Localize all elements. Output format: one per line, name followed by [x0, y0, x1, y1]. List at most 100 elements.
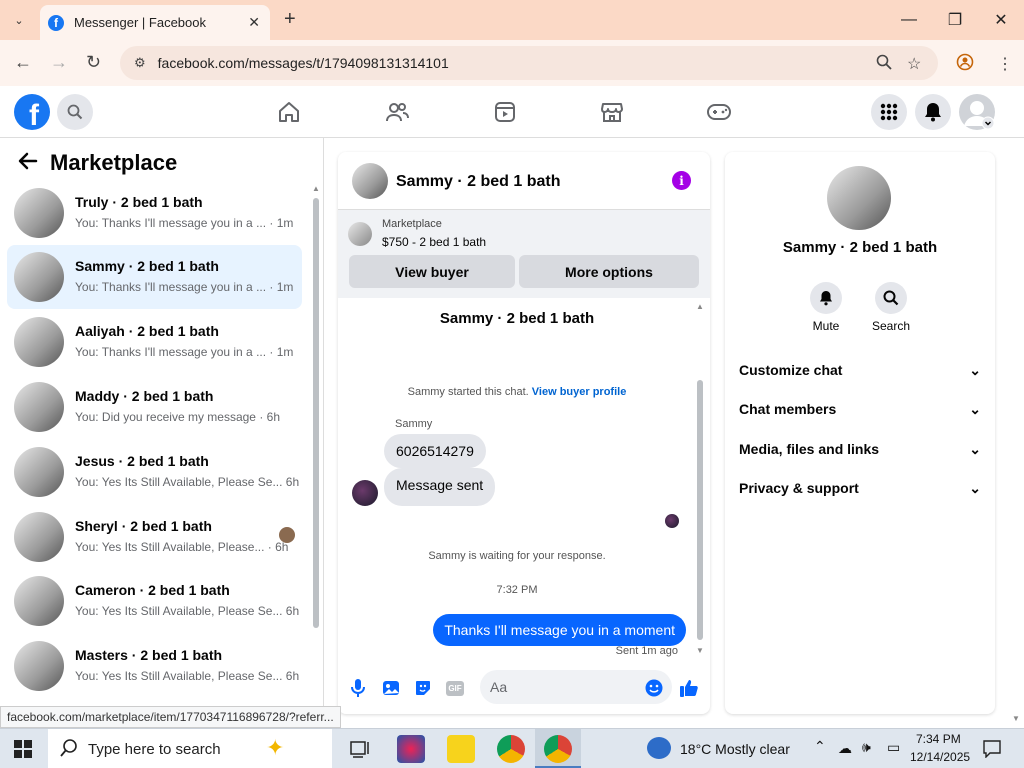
- window-close-icon[interactable]: ✕: [978, 6, 1024, 34]
- search-conversation-button[interactable]: Search: [861, 282, 921, 333]
- conversation-preview: You: Yes Its Still Available, Please Se.…: [75, 669, 300, 683]
- marketplace-title: Marketplace: [50, 150, 178, 175]
- menu-kebab-icon[interactable]: ⋮: [997, 54, 1013, 74]
- profile-icon[interactable]: [956, 53, 974, 76]
- marketplace-conversation-list: Marketplace ▲ Truly · 2 bed 1 bath You: …: [0, 138, 324, 716]
- back-arrow-icon[interactable]: [18, 152, 38, 176]
- page-scroll-down-arrow-icon[interactable]: ▼: [1012, 714, 1020, 723]
- scroll-up-arrow-icon[interactable]: ▲: [696, 302, 704, 311]
- volume-icon[interactable]: 🕪: [862, 739, 871, 756]
- video-icon[interactable]: [491, 100, 519, 124]
- url-text[interactable]: facebook.com/messages/t/1794098131314101: [158, 55, 449, 71]
- site-info-icon[interactable]: ⚙: [134, 55, 146, 71]
- conversation-preview: You: Yes Its Still Available, Please... …: [75, 540, 289, 554]
- active-chrome-taskbar-item[interactable]: [535, 729, 581, 768]
- listing-thumbnail: [14, 188, 64, 238]
- weather-text[interactable]: 18°C Mostly clear: [680, 741, 790, 757]
- conversation-preview: You: Thanks I'll message you in a ... · …: [75, 345, 294, 359]
- sender-avatar[interactable]: [352, 480, 378, 506]
- search-label: Search: [871, 319, 911, 333]
- windows-start-icon[interactable]: [14, 740, 32, 763]
- taskbar-search-box[interactable]: Type here to search ✦: [48, 729, 332, 768]
- microphone-icon[interactable]: [347, 677, 369, 699]
- sticky-notes-app-icon[interactable]: [447, 735, 475, 763]
- mute-button[interactable]: Mute: [796, 282, 856, 333]
- chat-avatar[interactable]: [352, 163, 388, 199]
- browser-tab[interactable]: f Messenger | Facebook ✕: [40, 5, 270, 40]
- taskbar-search-icon: [60, 739, 78, 761]
- search-icon: [875, 282, 907, 314]
- marketplace-listing-banner: Marketplace $750 - 2 bed 1 bath View buy…: [338, 210, 710, 298]
- listing-avatar[interactable]: [827, 166, 891, 230]
- clock-time[interactable]: 7:34 PM: [916, 732, 961, 746]
- clock-date[interactable]: 12/14/2025: [910, 750, 970, 764]
- tab-title: Messenger | Facebook: [74, 15, 206, 30]
- listing-thumbnail[interactable]: [348, 222, 372, 246]
- scroll-up-arrow-icon[interactable]: ▲: [312, 184, 320, 193]
- facebook-search-icon[interactable]: [57, 94, 93, 130]
- listing-price[interactable]: $750 - 2 bed 1 bath: [382, 235, 486, 249]
- conversation-item-masters[interactable]: Masters · 2 bed 1 bath You: Yes Its Stil…: [7, 634, 302, 698]
- emoji-icon[interactable]: [643, 677, 665, 699]
- view-buyer-button[interactable]: View buyer: [349, 255, 515, 288]
- photo-icon[interactable]: [380, 677, 402, 699]
- menu-grid-icon[interactable]: [871, 94, 907, 130]
- info-icon[interactable]: i: [672, 171, 691, 190]
- tab-search-chevron-icon[interactable]: ⌄: [8, 10, 30, 30]
- minimize-icon[interactable]: —: [886, 6, 932, 34]
- conversation-item-maddy[interactable]: Maddy · 2 bed 1 bath You: Did you receiv…: [7, 375, 302, 439]
- home-icon[interactable]: [275, 100, 303, 124]
- display-icon[interactable]: ▭: [887, 739, 900, 756]
- more-options-button[interactable]: More options: [519, 255, 699, 288]
- back-arrow-icon[interactable]: ←: [14, 52, 32, 73]
- show-hidden-icons-icon[interactable]: ⌃: [814, 738, 826, 755]
- listing-thumbnail: [14, 317, 64, 367]
- zoom-icon[interactable]: [876, 54, 892, 75]
- chat-scrollbar[interactable]: [697, 380, 703, 640]
- maximize-icon[interactable]: ❐: [932, 6, 978, 34]
- thread-intro-name: Sammy · 2 bed 1 bath: [439, 310, 595, 327]
- like-thumbs-up-icon[interactable]: [678, 677, 700, 699]
- conversation-item-cameron[interactable]: Cameron · 2 bed 1 bath You: Yes Its Stil…: [7, 569, 302, 633]
- conversation-item-truly[interactable]: Truly · 2 bed 1 bath You: Thanks I'll me…: [7, 181, 302, 245]
- conversation-list-scrollbar[interactable]: [313, 198, 319, 628]
- facebook-logo-icon[interactable]: f: [14, 94, 50, 130]
- network-icon[interactable]: ☁: [838, 740, 852, 757]
- conversation-item-aaliyah[interactable]: Aaliyah · 2 bed 1 bath You: Thanks I'll …: [7, 310, 302, 374]
- chat-members-section[interactable]: Chat members ⌄: [739, 397, 981, 421]
- sticker-icon[interactable]: [412, 677, 434, 699]
- account-avatar[interactable]: [959, 94, 995, 130]
- chrome-app-icon[interactable]: [497, 735, 525, 763]
- omnibox[interactable]: ⚙ facebook.com/messages/t/17940981313141…: [120, 46, 938, 80]
- new-tab-plus-icon[interactable]: +: [284, 8, 296, 31]
- customize-chat-section[interactable]: Customize chat ⌄: [739, 358, 981, 382]
- outgoing-message[interactable]: Thanks I'll message you in a moment: [433, 614, 686, 646]
- conversation-item-sheryl[interactable]: Sheryl · 2 bed 1 bath You: Yes Its Still…: [7, 505, 302, 569]
- incoming-message[interactable]: 6026514279: [384, 434, 486, 468]
- weather-moon-icon: [647, 737, 671, 759]
- conversation-name: Masters · 2 bed 1 bath: [75, 647, 223, 663]
- privacy-support-section[interactable]: Privacy & support ⌄: [739, 476, 981, 500]
- conversation-item-sammy[interactable]: Sammy · 2 bed 1 bath You: Thanks I'll me…: [7, 245, 302, 309]
- gaming-icon[interactable]: [705, 100, 733, 124]
- reload-icon[interactable]: ↻: [86, 52, 101, 73]
- paint-app-icon[interactable]: [397, 735, 425, 763]
- conversation-name: Maddy · 2 bed 1 bath: [75, 388, 214, 404]
- forward-arrow-icon[interactable]: →: [50, 52, 68, 73]
- view-buyer-profile-link[interactable]: View buyer profile: [532, 386, 627, 398]
- marketplace-icon[interactable]: [598, 100, 626, 124]
- conversation-item-jesus[interactable]: Jesus · 2 bed 1 bath You: Yes Its Still …: [7, 440, 302, 504]
- mute-label: Mute: [812, 319, 840, 333]
- notifications-bell-icon[interactable]: [915, 94, 951, 130]
- media-files-links-section[interactable]: Media, files and links ⌄: [739, 437, 981, 461]
- seen-avatar: [665, 514, 679, 528]
- chat-title[interactable]: Sammy · 2 bed 1 bath: [396, 173, 561, 191]
- scroll-down-arrow-icon[interactable]: ▼: [696, 646, 704, 655]
- incoming-message[interactable]: Message sent: [384, 468, 496, 506]
- friends-icon[interactable]: [383, 100, 411, 124]
- action-center-icon[interactable]: [983, 740, 1001, 763]
- task-view-icon[interactable]: [350, 740, 370, 763]
- tab-close-icon[interactable]: ✕: [248, 14, 260, 31]
- gif-icon[interactable]: GIF: [444, 677, 466, 699]
- bookmark-star-icon[interactable]: ☆: [907, 54, 921, 74]
